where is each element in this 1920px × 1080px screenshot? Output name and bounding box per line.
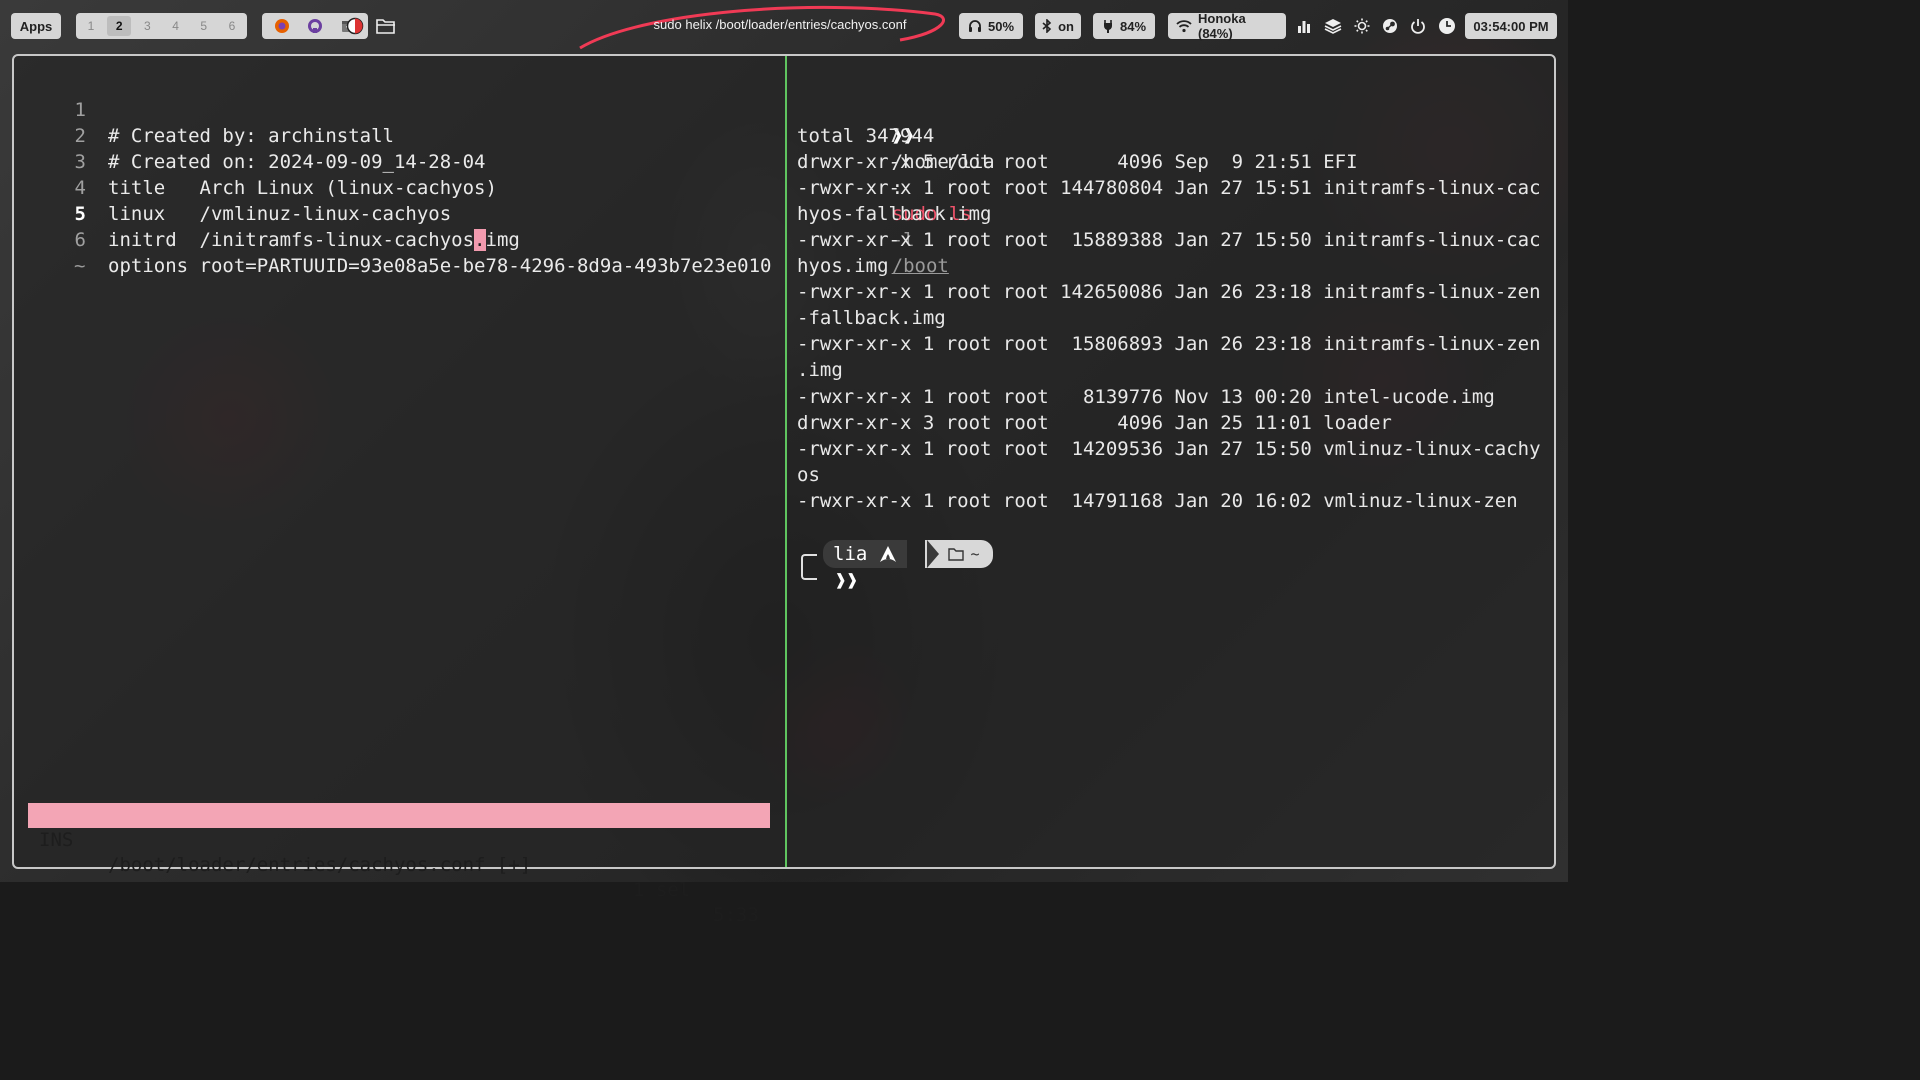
window-title: sudo helix /boot/loader/entries/cachyos.… <box>653 17 907 32</box>
wifi-status[interactable]: Honoka (84%) <box>1168 11 1286 41</box>
shell-pane[interactable]: ❱❱ /home/lia : sudo ls -l /boot total 34… <box>787 56 1554 867</box>
headphones-icon <box>968 19 982 33</box>
workspace-6[interactable]: 6 <box>220 16 244 36</box>
output-line: total 347944 <box>797 125 935 147</box>
power-icon[interactable] <box>1410 18 1426 34</box>
prompt-dir: ~ <box>970 545 980 563</box>
mode-indicator: INS <box>39 829 74 851</box>
output-line: -rwxr-xr-x 1 root root 8139776 Nov 13 00… <box>797 386 1495 408</box>
output-line: -rwxr-xr-x 1 root root 15889388 Jan 27 1… <box>797 229 1541 251</box>
bluetooth-value: on <box>1058 18 1074 34</box>
brightness-icon[interactable] <box>1354 18 1370 34</box>
clock-icon[interactable] <box>1438 17 1456 35</box>
workspace-4[interactable]: 4 <box>164 16 188 36</box>
headphones-volume[interactable]: 50% <box>959 13 1023 39</box>
editor-line: 4 linux /vmlinuz-linux-cachyos <box>14 149 452 225</box>
output-line: hyos-fallback.img <box>797 203 992 225</box>
editor-empty-line: ~ <box>14 227 85 277</box>
output-line: -rwxr-xr-x 1 root root 14209536 Jan 27 1… <box>797 438 1541 460</box>
line-text: options root=PARTUUID=93e08a5e-be78-4296… <box>108 255 772 277</box>
line-text: title Arch Linux (linux-cachyos) <box>108 177 497 199</box>
line-text: # Created on: 2024-09-09_14-28-04 <box>108 151 486 173</box>
steam-icon[interactable] <box>1382 18 1398 34</box>
firefox-icon[interactable] <box>274 18 290 34</box>
prompt-user-segment: lia <box>823 540 908 568</box>
line-text-before-cursor: initrd /initramfs-linux-cachyos <box>108 229 475 251</box>
editor-pane[interactable]: 1 # Created by: archinstall 2 # Created … <box>14 56 785 926</box>
clock[interactable]: 03:54:00 PM <box>1465 13 1557 39</box>
github-icon[interactable] <box>307 18 323 34</box>
output-line: -fallback.img <box>797 307 946 329</box>
top-bar: Apps 1 2 3 4 5 6 sudo helix /boot/loader… <box>0 0 1568 52</box>
powerline-prompt: lia ~ ❱❱ <box>801 540 1001 596</box>
line-text: linux /vmlinuz-linux-cachyos <box>108 203 452 225</box>
line-text: # Created by: archinstall <box>108 125 394 147</box>
battery-status[interactable]: 84% <box>1093 13 1155 39</box>
battery-charging-icon <box>1102 19 1114 33</box>
bluetooth-icon <box>1042 19 1052 33</box>
line-text-after-cursor: img <box>485 229 520 251</box>
layers-icon[interactable] <box>1324 18 1342 34</box>
powerline-arrow <box>927 540 939 568</box>
output-line: -rwxr-xr-x 1 root root 14791168 Jan 20 1… <box>797 490 1518 512</box>
command-argument[interactable]: /boot <box>892 255 949 277</box>
output-line: hyos.img <box>797 255 889 277</box>
color-picker-icon[interactable] <box>346 17 364 35</box>
output-line: -rwxr-xr-x 1 root root 15806893 Jan 26 2… <box>797 333 1541 355</box>
output-line: -rwxr-xr-x 1 root root 144780804 Jan 27 … <box>797 177 1541 199</box>
system-tray <box>1296 14 1456 38</box>
text-cursor: . <box>474 229 486 251</box>
arch-logo-icon <box>879 545 897 563</box>
bluetooth-status[interactable]: on <box>1035 13 1081 39</box>
output-line: os <box>797 464 820 486</box>
line-text: initrd /initramfs-linux-cachyos.img <box>108 227 520 253</box>
apps-button[interactable]: Apps <box>11 13 61 39</box>
prompt-symbol: ❱❱ <box>835 570 858 592</box>
volume-value: 50% <box>987 18 1015 34</box>
workspace-switcher: 1 2 3 4 5 6 <box>76 13 247 39</box>
editor-statusline: INS /boot/loader/entries/cachyos.conf [+… <box>28 803 770 926</box>
editor-line-current: 5 initrd /initramfs-linux-cachyos.img <box>14 175 520 251</box>
output-line: drwxr-xr-x 3 root root 4096 Jan 25 11:01… <box>797 412 1392 434</box>
workspace-5[interactable]: 5 <box>192 16 216 36</box>
output-line: drwxr-xr-x 5 root root 4096 Sep 9 21:51 … <box>797 151 1358 173</box>
folder-icon[interactable] <box>376 17 396 35</box>
editor-line: 3 title Arch Linux (linux-cachyos) <box>14 123 497 199</box>
editor-line: 2 # Created on: 2024-09-09_14-28-04 <box>14 97 486 173</box>
editor-line: 1 # Created by: archinstall <box>14 71 394 147</box>
prompt-bracket <box>801 554 817 580</box>
selection-count: 1 sel <box>633 879 691 901</box>
battery-value: 84% <box>1119 18 1147 34</box>
workspace-2[interactable]: 2 <box>107 16 132 36</box>
folder-icon <box>948 547 965 561</box>
prompt-user: lia <box>833 543 868 565</box>
empty-line-marker: ~ <box>74 255 86 277</box>
output-line: -rwxr-xr-x 1 root root 142650086 Jan 26 … <box>797 281 1541 303</box>
editor-line: 6 options root=PARTUUID=93e08a5e-be78-42… <box>14 201 772 277</box>
wifi-icon <box>1176 19 1192 33</box>
file-path: /boot/loader/entries/cachyos.conf [+] <box>108 854 532 876</box>
terminal-window: 1 # Created by: archinstall 2 # Created … <box>12 54 1556 926</box>
command-line: ❱❱ /home/lia : sudo ls -l /boot <box>823 97 995 277</box>
workspace-3[interactable]: 3 <box>135 16 159 36</box>
output-line: .img <box>797 359 843 381</box>
wifi-value: Honoka (84%) <box>1198 11 1246 41</box>
workspace-1[interactable]: 1 <box>79 16 103 36</box>
bar-chart-icon[interactable] <box>1296 18 1312 34</box>
cursor-position: 5:33 <box>713 904 759 926</box>
